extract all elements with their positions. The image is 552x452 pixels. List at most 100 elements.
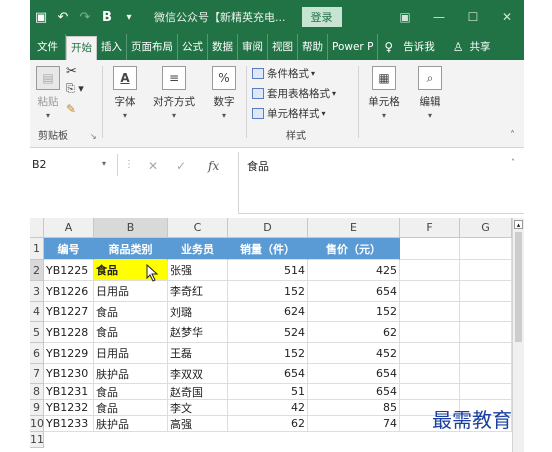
table-cell[interactable]: 刘璐	[168, 302, 228, 322]
login-button[interactable]: 登录	[301, 7, 342, 27]
row-header-11[interactable]: 11	[30, 432, 44, 448]
table-cell[interactable]: 654	[308, 364, 400, 384]
customize-quick-access-icon[interactable]: ▾	[118, 0, 140, 34]
empty-cell[interactable]	[460, 364, 512, 384]
table-cell[interactable]: 425	[308, 260, 400, 281]
cut-button[interactable]: ✂	[66, 64, 77, 79]
table-cell[interactable]: 74	[308, 416, 400, 432]
tab-file[interactable]: 文件	[30, 34, 66, 60]
table-cell[interactable]: 食品	[94, 400, 168, 416]
tab-data[interactable]: 数据	[208, 34, 238, 60]
enter-icon[interactable]: ✓	[176, 159, 186, 173]
table-cell[interactable]: YB1227	[44, 302, 94, 322]
cell-style-button[interactable]: 单元格样式 ▾	[252, 106, 326, 121]
vertical-scrollbar[interactable]: ▴	[512, 218, 524, 452]
table-header-cell[interactable]: 售价（元）	[308, 238, 400, 260]
table-cell[interactable]: 152	[228, 343, 308, 364]
table-cell[interactable]: 514	[228, 260, 308, 281]
table-cell[interactable]: 654	[308, 281, 400, 302]
alignment-button[interactable]: ≡ 对齐方式 ▾	[146, 66, 202, 120]
empty-cell[interactable]	[400, 343, 460, 364]
empty-cell[interactable]	[460, 302, 512, 322]
table-cell[interactable]: 85	[308, 400, 400, 416]
column-header-d[interactable]: D	[228, 218, 308, 238]
collapse-ribbon-icon[interactable]: ˄	[510, 130, 515, 141]
table-header-cell[interactable]: 销量（件）	[228, 238, 308, 260]
paste-button[interactable]: ▤ 粘贴 ▾	[34, 66, 62, 120]
font-button[interactable]: A 字体 ▾	[108, 66, 142, 120]
table-cell[interactable]: 赵奇国	[168, 384, 228, 400]
table-cell[interactable]: 肤护品	[94, 364, 168, 384]
table-cell[interactable]: 42	[228, 400, 308, 416]
save-icon[interactable]: ▣	[30, 0, 52, 34]
table-cell[interactable]: YB1231	[44, 384, 94, 400]
table-cell[interactable]: YB1229	[44, 343, 94, 364]
empty-cell[interactable]	[460, 238, 512, 260]
tab-power-pivot[interactable]: Power P	[328, 34, 379, 60]
table-cell[interactable]: 肤护品	[94, 416, 168, 432]
tab-help[interactable]: 帮助	[298, 34, 328, 60]
table-cell[interactable]: 李奇红	[168, 281, 228, 302]
table-cell[interactable]: 624	[228, 302, 308, 322]
table-format-button[interactable]: 套用表格格式 ▾	[252, 86, 336, 101]
format-painter-button[interactable]: ✎	[66, 102, 76, 116]
table-cell[interactable]: YB1225	[44, 260, 94, 281]
tab-formulas[interactable]: 公式	[178, 34, 208, 60]
table-cell[interactable]: 654	[228, 364, 308, 384]
table-cell[interactable]: 高强	[168, 416, 228, 432]
column-header-b[interactable]: B	[94, 218, 168, 238]
row-header-4[interactable]: 4	[30, 302, 44, 322]
conditional-format-button[interactable]: 条件格式 ▾	[252, 66, 315, 81]
table-cell[interactable]: 152	[228, 281, 308, 302]
table-cell[interactable]: 食品	[94, 302, 168, 322]
undo-icon[interactable]: ↶	[52, 0, 74, 34]
table-cell[interactable]: 食品	[94, 384, 168, 400]
bold-quick-button[interactable]: B	[96, 0, 118, 34]
table-cell[interactable]: 李双双	[168, 364, 228, 384]
tell-me-search[interactable]: 告诉我	[399, 34, 439, 60]
column-header-e[interactable]: E	[308, 218, 400, 238]
empty-cell[interactable]	[400, 384, 460, 400]
empty-cell[interactable]	[460, 322, 512, 343]
table-cell[interactable]: 日用品	[94, 281, 168, 302]
tab-insert[interactable]: 插入	[97, 34, 127, 60]
row-header-10[interactable]: 10	[30, 416, 44, 432]
row-header-3[interactable]: 3	[30, 281, 44, 302]
minimize-button[interactable]: —	[422, 10, 456, 24]
table-header-cell[interactable]: 商品类别	[94, 238, 168, 260]
table-cell[interactable]: 51	[228, 384, 308, 400]
insert-function-icon[interactable]: fx	[208, 159, 219, 173]
empty-cell[interactable]	[400, 302, 460, 322]
table-cell[interactable]: 524	[228, 322, 308, 343]
row-header-2[interactable]: 2	[30, 260, 44, 281]
table-cell[interactable]: 王磊	[168, 343, 228, 364]
lightbulb-icon[interactable]: ♀	[378, 40, 399, 54]
empty-cell[interactable]	[400, 281, 460, 302]
table-cell[interactable]: 62	[308, 322, 400, 343]
empty-cell[interactable]	[400, 322, 460, 343]
table-cell[interactable]: 152	[308, 302, 400, 322]
table-cell[interactable]: 食品	[94, 322, 168, 343]
table-cell[interactable]: 654	[308, 384, 400, 400]
scrollbar-thumb[interactable]	[515, 232, 522, 342]
tab-view[interactable]: 视图	[268, 34, 298, 60]
table-cell[interactable]: 452	[308, 343, 400, 364]
editing-button[interactable]: ⌕ 编辑 ▾	[414, 66, 446, 120]
column-header-c[interactable]: C	[168, 218, 228, 238]
number-button[interactable]: % 数字 ▾	[206, 66, 242, 120]
select-all-corner[interactable]	[30, 218, 44, 238]
column-header-f[interactable]: F	[400, 218, 460, 238]
redo-icon[interactable]: ↷	[74, 0, 96, 34]
tab-home[interactable]: 开始	[66, 36, 97, 60]
cells-button[interactable]: ▦ 单元格 ▾	[364, 66, 404, 120]
cancel-icon[interactable]: ✕	[148, 159, 158, 173]
column-header-g[interactable]: G	[460, 218, 512, 238]
scroll-up-icon[interactable]: ▴	[514, 220, 523, 229]
table-header-cell[interactable]: 业务员	[168, 238, 228, 260]
close-button[interactable]: ✕	[490, 10, 524, 24]
table-cell[interactable]: YB1230	[44, 364, 94, 384]
expand-formula-bar-icon[interactable]: ˄	[511, 158, 515, 167]
table-cell[interactable]: 赵梦华	[168, 322, 228, 343]
column-header-a[interactable]: A	[44, 218, 94, 238]
table-header-cell[interactable]: 编号	[44, 238, 94, 260]
